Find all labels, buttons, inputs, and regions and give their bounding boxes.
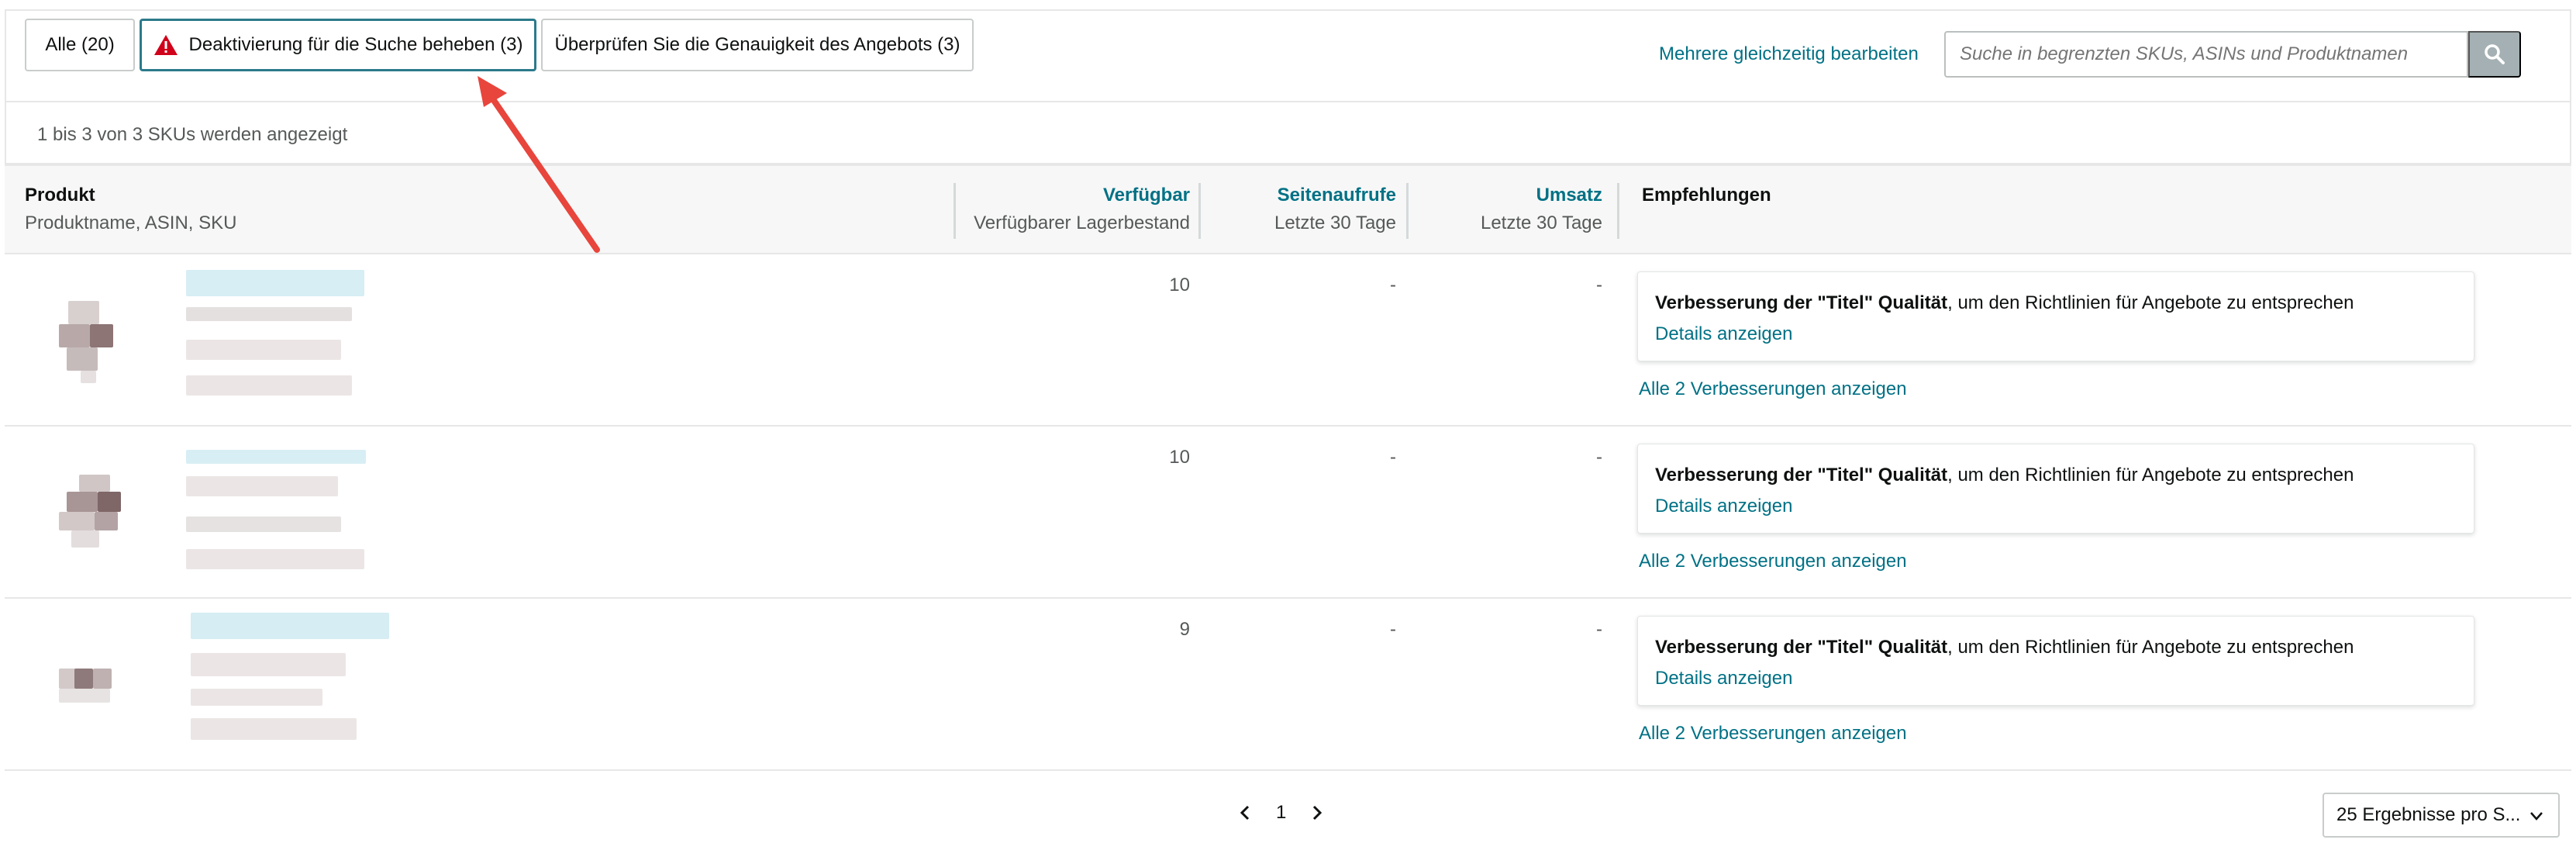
recommendation-rest: , um den Richtlinien für Angebote zu ent… <box>1947 637 2354 658</box>
sales-value: - <box>1596 275 1602 295</box>
header-pageviews-sort-link[interactable]: Seitenaufrufe <box>1274 185 1396 206</box>
search-icon <box>2485 44 2505 64</box>
bulk-edit-link[interactable]: Mehrere gleichzeitig bearbeiten <box>1659 43 1919 65</box>
header-available-sort-link[interactable]: Verfügbar <box>974 185 1190 206</box>
recommendation-title: Verbesserung der "Titel" Qualität <box>1655 292 1948 313</box>
header-sales: Umsatz Letzte 30 Tage <box>1481 185 1602 234</box>
sales-value: - <box>1596 619 1602 640</box>
table-row: 10 - - Verbesserung der "Titel" Qualität… <box>5 427 2571 599</box>
inventory-page: Alle (20) Deaktivierung für die Suche be… <box>0 0 2576 850</box>
result-count-row: 1 bis 3 von 3 SKUs werden angezeigt <box>5 101 2571 164</box>
header-product-subtitle: Produktname, ASIN, SKU <box>25 212 237 233</box>
show-all-improvements-link[interactable]: Alle 2 Verbesserungen anzeigen <box>1639 723 1907 745</box>
table-header: Produkt Produktname, ASIN, SKU Verfügbar… <box>5 164 2571 254</box>
header-pageviews: Seitenaufrufe Letzte 30 Tage <box>1274 185 1396 234</box>
tab-fix-search-label: Deaktivierung für die Suche beheben (3) <box>188 34 523 55</box>
column-separator <box>1617 183 1619 239</box>
show-all-improvements-link[interactable]: Alle 2 Verbesserungen anzeigen <box>1639 551 1907 572</box>
recommendation-title: Verbesserung der "Titel" Qualität <box>1655 465 1948 485</box>
header-available-subtitle: Verfügbarer Lagerbestand <box>974 212 1190 233</box>
header-sales-subtitle: Letzte 30 Tage <box>1480 212 1602 233</box>
recommendation-rest: , um den Richtlinien für Angebote zu ent… <box>1947 292 2354 313</box>
details-link[interactable]: Details anzeigen <box>1655 323 1792 345</box>
header-recommendations-title: Empfehlungen <box>1642 185 1771 206</box>
header-sales-sort-link[interactable]: Umsatz <box>1481 185 1602 206</box>
header-pageviews-subtitle: Letzte 30 Tage <box>1274 212 1396 233</box>
tab-all[interactable]: Alle (20) <box>25 19 135 71</box>
recommendation-text: Verbesserung der "Titel" Qualität, um de… <box>1655 292 2354 314</box>
tab-check-accuracy-label: Überprüfen Sie die Genauigkeit des Angeb… <box>554 34 960 55</box>
search-input[interactable] <box>1944 31 2468 78</box>
header-recommendations: Empfehlungen <box>1642 185 1771 206</box>
sales-value: - <box>1596 447 1602 468</box>
chevron-left-icon[interactable] <box>1237 803 1253 822</box>
results-per-page-select[interactable]: 25 Ergebnisse pro S... <box>2323 793 2560 838</box>
pageviews-value: - <box>1390 275 1396 295</box>
recommendation-card: Verbesserung der "Titel" Qualität, um de… <box>1637 444 2474 534</box>
recommendation-card: Verbesserung der "Titel" Qualität, um de… <box>1637 616 2474 706</box>
chevron-down-icon <box>2530 812 2543 821</box>
tab-fix-search-deactivation[interactable]: Deaktivierung für die Suche beheben (3) <box>140 19 536 71</box>
available-stock: 10 <box>1169 275 1190 295</box>
recommendation-text: Verbesserung der "Titel" Qualität, um de… <box>1655 465 2354 486</box>
tab-all-label: Alle (20) <box>45 34 115 55</box>
product-image-blurred <box>51 475 136 560</box>
pageviews-value: - <box>1390 619 1396 640</box>
column-separator <box>1198 183 1201 239</box>
recommendation-rest: , um den Richtlinien für Angebote zu ent… <box>1947 465 2354 485</box>
recommendation-text: Verbesserung der "Titel" Qualität, um de… <box>1655 637 2354 658</box>
product-image-blurred <box>51 301 136 386</box>
chevron-right-icon[interactable] <box>1309 803 1325 822</box>
table-row: 10 - - Verbesserung der "Titel" Qualität… <box>5 254 2571 427</box>
search-button[interactable] <box>2468 31 2521 78</box>
header-available: Verfügbar Verfügbarer Lagerbestand <box>974 185 1190 234</box>
recommendation-card: Verbesserung der "Titel" Qualität, um de… <box>1637 271 2474 361</box>
header-product: Produkt Produktname, ASIN, SKU <box>25 185 236 234</box>
result-count-text: 1 bis 3 von 3 SKUs werden angezeigt <box>37 124 348 145</box>
recommendation-title: Verbesserung der "Titel" Qualität <box>1655 637 1948 658</box>
details-link[interactable]: Details anzeigen <box>1655 668 1792 689</box>
header-product-title: Produkt <box>25 185 95 206</box>
pageviews-value: - <box>1390 447 1396 468</box>
column-separator <box>1406 183 1409 239</box>
warning-triangle-icon <box>153 35 178 55</box>
results-per-page-value: 25 Ergebnisse pro S... <box>2336 804 2521 825</box>
pagination: 1 <box>1237 802 1325 824</box>
table-row: 9 - - Verbesserung der "Titel" Qualität,… <box>5 599 2571 771</box>
tab-check-accuracy[interactable]: Überprüfen Sie die Genauigkeit des Angeb… <box>541 19 974 71</box>
current-page-number[interactable]: 1 <box>1276 802 1286 824</box>
show-all-improvements-link[interactable]: Alle 2 Verbesserungen anzeigen <box>1639 378 1907 400</box>
column-separator <box>953 183 956 239</box>
details-link[interactable]: Details anzeigen <box>1655 496 1792 517</box>
available-stock: 9 <box>1179 619 1190 640</box>
available-stock: 10 <box>1169 447 1190 468</box>
product-image-blurred <box>51 669 136 754</box>
